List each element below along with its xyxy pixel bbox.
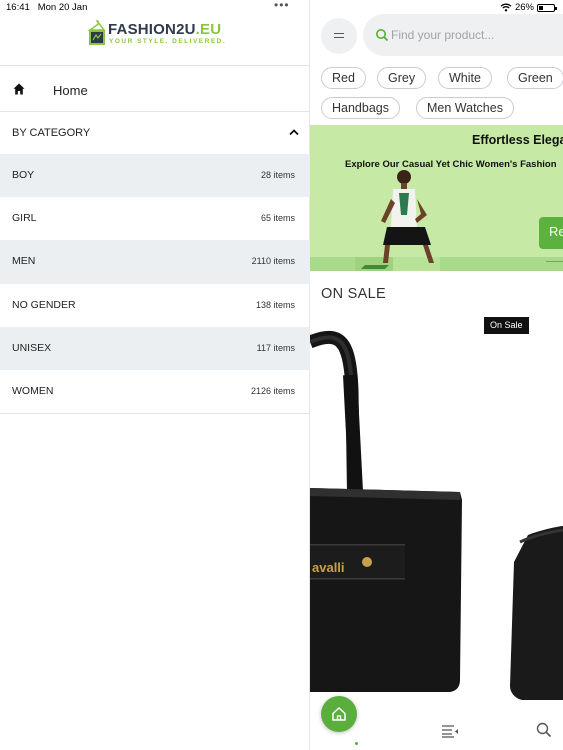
search-input[interactable]: Find your product...: [363, 14, 563, 56]
product-card[interactable]: avalli: [310, 330, 563, 700]
hanger-bag-logo-icon: [88, 20, 106, 45]
category-drawer: FASHION2U.EU YOUR STYLE. DELIVERED. Home…: [0, 0, 310, 750]
category-name: GIRL: [12, 212, 37, 225]
logo-domain: .EU: [195, 21, 222, 38]
battery-icon: [537, 3, 557, 12]
banner-model-image: [355, 170, 440, 271]
category-count: 28 items: [260, 170, 295, 180]
filter-chip-green[interactable]: Green: [507, 67, 563, 89]
category-name: BOY: [12, 169, 35, 181]
filter-chip-grey[interactable]: Grey: [377, 67, 427, 89]
category-count: 117 items: [256, 342, 295, 353]
category-item-men[interactable]: MEN 2110 items: [0, 240, 310, 284]
store-logo[interactable]: FASHION2U.EU YOUR STYLE. DELIVERED.: [88, 18, 228, 48]
banner-subtitle: Explore Our Casual Yet Chic Women's Fash…: [345, 159, 557, 170]
category-item-women[interactable]: WOMEN 2126 items: [0, 370, 310, 413]
category-count: 2126 items: [250, 385, 295, 396]
banner-headline: Effortless Elega: [472, 133, 563, 147]
filter-chip-men-watches[interactable]: Men Watches: [416, 97, 514, 119]
category-section-title: BY CATEGORY: [12, 127, 91, 139]
category-item-no-gender[interactable]: NO GENDER 138 items: [0, 284, 310, 327]
category-name: MEN: [12, 255, 36, 268]
category-count: 65 items: [260, 213, 295, 224]
home-outline-icon: [332, 707, 346, 721]
home-label: Home: [53, 83, 88, 98]
home-fab-button[interactable]: [321, 696, 357, 732]
battery-percent: 26%: [514, 2, 534, 13]
category-section-toggle[interactable]: BY CATEGORY: [0, 112, 310, 154]
status-clock: 16:41: [6, 2, 30, 13]
category-item-unisex[interactable]: UNISEX 117 items: [0, 326, 310, 370]
filter-chip-white[interactable]: White: [438, 67, 492, 89]
product-brand-text: avalli: [312, 560, 345, 575]
search-nav-icon[interactable]: [536, 722, 552, 738]
menu-button[interactable]: [321, 18, 357, 54]
category-name: WOMEN: [12, 384, 54, 397]
logo-wordmark: FASHION2U.EU: [108, 21, 221, 38]
main-content: Find your product... Red Grey White Gree…: [310, 0, 563, 750]
banner-cta-button[interactable]: Re: [539, 217, 563, 249]
logo-tagline: YOUR STYLE. DELIVERED.: [109, 38, 227, 45]
handbag-product-image: avalli: [310, 331, 563, 700]
home-icon: [13, 83, 25, 95]
chevron-up-icon: [289, 129, 299, 136]
menu-icon-bar: [334, 37, 344, 39]
wifi-icon: [500, 3, 512, 12]
multitasking-dots-icon[interactable]: •••: [274, 0, 290, 12]
category-count: 138 items: [255, 299, 295, 310]
search-icon: [376, 29, 389, 42]
battery-fill: [539, 5, 543, 10]
categories-nav-icon[interactable]: [441, 724, 459, 738]
promo-banner[interactable]: Effortless Elega Explore Our Casual Yet …: [310, 125, 563, 271]
category-list: BOY 28 items GIRL 65 items MEN 2110 item…: [0, 154, 310, 413]
status-time: 16:41 Mon 20 Jan: [6, 2, 87, 13]
active-tab-indicator: [355, 742, 358, 745]
category-item-boy[interactable]: BOY 28 items: [0, 154, 310, 198]
divider: [0, 413, 310, 414]
logo-name: FASHION2U: [108, 21, 196, 38]
menu-icon-bar: [334, 33, 344, 35]
category-count: 2110 items: [251, 256, 295, 267]
status-date: Mon 20 Jan: [37, 2, 88, 13]
status-bar: 16:41 Mon 20 Jan ••• 26%: [0, 0, 563, 14]
filter-chip-handbags[interactable]: Handbags: [321, 97, 400, 119]
category-item-girl[interactable]: GIRL 65 items: [0, 197, 310, 240]
drawer-item-home[interactable]: Home: [0, 66, 310, 112]
app-screen: FASHION2U.EU YOUR STYLE. DELIVERED. Home…: [0, 0, 563, 750]
section-title-on-sale: ON SALE: [321, 286, 386, 302]
banner-indicator: [546, 261, 563, 262]
search-placeholder: Find your product...: [391, 28, 495, 42]
category-name: UNISEX: [12, 341, 52, 354]
status-indicators: 26%: [500, 2, 557, 13]
filter-chip-red[interactable]: Red: [321, 67, 366, 89]
category-name: NO GENDER: [12, 298, 76, 311]
